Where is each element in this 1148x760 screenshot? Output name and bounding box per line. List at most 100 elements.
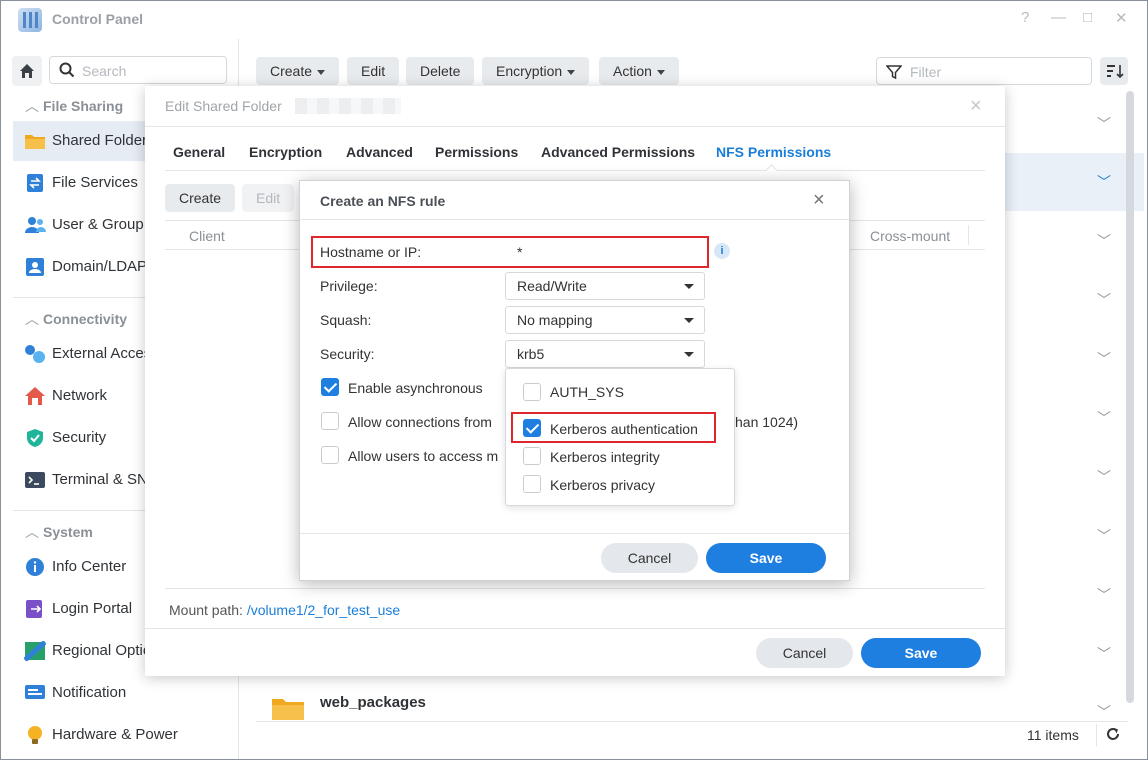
expand-chevron-icon[interactable]: ﹀	[1097, 702, 1113, 722]
expand-chevron-icon[interactable]: ﹀	[1097, 467, 1113, 487]
nonpriv-ports-label: Allow connections from	[348, 414, 492, 430]
kerberos-authentication-checkbox[interactable]	[523, 419, 541, 437]
items-count: 11 items	[1027, 727, 1079, 743]
kerberos-integrity-checkbox[interactable]	[523, 447, 541, 465]
sidebar-item-notification[interactable]: Notification	[13, 673, 239, 713]
kerberos-authentication-label[interactable]: Kerberos authentication	[550, 421, 698, 437]
create-button[interactable]: Create	[256, 57, 340, 85]
dialog-title: Edit Shared Folder	[165, 98, 282, 114]
dropdown-arrow-icon	[684, 284, 694, 289]
caret-down-icon	[656, 69, 665, 75]
window-title: Control Panel	[52, 11, 144, 27]
sort-icon	[1107, 65, 1124, 79]
domain-icon	[26, 258, 44, 276]
expand-chevron-icon[interactable]: ﹀	[1097, 526, 1113, 546]
home-button[interactable]	[12, 56, 42, 86]
expand-chevron-icon[interactable]: ﹀	[1097, 231, 1113, 251]
chevron-up-icon: ︿	[25, 311, 39, 327]
tab-encryption[interactable]: Encryption	[249, 144, 322, 160]
nfs-create-button[interactable]: Create	[165, 184, 236, 212]
edit-button[interactable]: Edit	[347, 57, 400, 85]
tab-advanced-permissions[interactable]: Advanced Permissions	[541, 144, 695, 160]
minimize-icon[interactable]: —	[1051, 9, 1066, 26]
expand-chevron-icon[interactable]: ﹀	[1097, 114, 1113, 134]
chevron-up-icon: ︿	[25, 524, 39, 540]
scrollbar[interactable]	[1126, 91, 1134, 703]
home-icon	[20, 64, 34, 78]
save-button[interactable]: Save	[861, 638, 981, 668]
help-icon[interactable]: ?	[1021, 9, 1029, 26]
section-file-sharing[interactable]: ︿ File Sharing	[25, 96, 123, 116]
async-label: Enable asynchronous	[348, 380, 483, 396]
title-bar: Control Panel ? — □ ✕	[1, 1, 1147, 39]
network-icon	[25, 387, 45, 405]
search-placeholder: Search	[82, 63, 127, 79]
delete-button[interactable]: Delete	[406, 57, 475, 85]
kerberos-privacy-checkbox[interactable]	[523, 475, 541, 493]
sidebar-item-hardware-power[interactable]: Hardware & Power	[13, 715, 239, 755]
footer-separator	[1096, 724, 1097, 746]
dialog-title: Create an NFS rule	[320, 193, 446, 209]
encryption-button[interactable]: Encryption	[482, 57, 590, 85]
close-icon[interactable]: ✕	[1115, 9, 1128, 27]
tab-permissions[interactable]: Permissions	[435, 144, 518, 160]
auth-sys-label[interactable]: AUTH_SYS	[550, 384, 624, 400]
section-connectivity[interactable]: ︿ Connectivity	[25, 309, 127, 329]
cancel-button[interactable]: Cancel	[756, 638, 853, 668]
blurred-folder-name	[295, 98, 401, 114]
hostname-input[interactable]: *	[505, 238, 705, 266]
expand-chevron-icon[interactable]: ﹀	[1097, 408, 1113, 428]
search-input[interactable]: Search	[49, 56, 227, 84]
action-button[interactable]: Action	[599, 57, 679, 85]
kerberos-integrity-label[interactable]: Kerberos integrity	[550, 449, 660, 465]
security-dropdown-menu: AUTH_SYS Kerberos authentication Kerbero…	[505, 368, 735, 506]
refresh-icon[interactable]	[1105, 726, 1121, 742]
column-cross-mount[interactable]: Cross-mount	[870, 228, 950, 244]
users-icon	[25, 217, 46, 233]
expand-chevron-icon[interactable]: ﹀	[1097, 644, 1113, 664]
async-checkbox[interactable]	[321, 378, 339, 396]
security-label: Security:	[320, 346, 375, 362]
expand-chevron-icon[interactable]: ﹀	[1097, 172, 1113, 192]
expand-chevron-icon[interactable]: ﹀	[1097, 585, 1113, 605]
filter-placeholder: Filter	[910, 64, 942, 80]
section-system[interactable]: ︿ System	[25, 522, 93, 542]
privilege-select[interactable]: Read/Write	[505, 272, 705, 300]
close-icon[interactable]: ×	[813, 189, 825, 212]
folder-name[interactable]: web_packages	[320, 694, 426, 711]
tab-nfs-permissions[interactable]: NFS Permissions	[716, 144, 831, 160]
bulb-icon	[28, 726, 42, 744]
nonpriv-ports-checkbox[interactable]	[321, 412, 339, 430]
caret-down-icon	[567, 69, 576, 75]
kerberos-privacy-label[interactable]: Kerberos privacy	[550, 477, 655, 493]
squash-select[interactable]: No mapping	[505, 306, 705, 334]
filter-input[interactable]: Filter	[876, 57, 1092, 85]
filter-icon	[886, 65, 902, 80]
cancel-button[interactable]: Cancel	[601, 543, 698, 573]
sort-button[interactable]	[1100, 57, 1128, 85]
close-icon[interactable]: ×	[970, 95, 982, 118]
regional-icon	[24, 641, 46, 661]
save-button[interactable]: Save	[706, 543, 826, 573]
info-icon[interactable]: i	[714, 243, 730, 259]
maximize-icon[interactable]: □	[1083, 9, 1092, 26]
expand-chevron-icon[interactable]: ﹀	[1097, 290, 1113, 310]
mount-path-link[interactable]: /volume1/2_for_test_use	[247, 602, 400, 618]
terminal-icon	[25, 472, 45, 488]
dropdown-arrow-icon	[684, 318, 694, 323]
column-separator	[968, 225, 969, 245]
auth-sys-checkbox[interactable]	[523, 383, 541, 401]
security-select[interactable]: krb5	[505, 340, 705, 368]
column-client[interactable]: Client	[189, 228, 225, 244]
tab-general[interactable]: General	[173, 144, 225, 160]
shield-icon	[27, 429, 43, 447]
expand-chevron-icon[interactable]: ﹀	[1097, 349, 1113, 369]
create-nfs-rule-dialog: Create an NFS rule × Hostname or IP: * i…	[299, 180, 850, 581]
mounted-subfolders-checkbox[interactable]	[321, 446, 339, 464]
mounted-subfolders-label: Allow users to access m	[348, 448, 499, 464]
squash-label: Squash:	[320, 312, 372, 328]
dialog-footer-divider	[300, 533, 849, 534]
tab-advanced[interactable]: Advanced	[346, 144, 413, 160]
list-footer-divider	[256, 721, 1128, 722]
nfs-edit-button[interactable]: Edit	[242, 184, 295, 212]
